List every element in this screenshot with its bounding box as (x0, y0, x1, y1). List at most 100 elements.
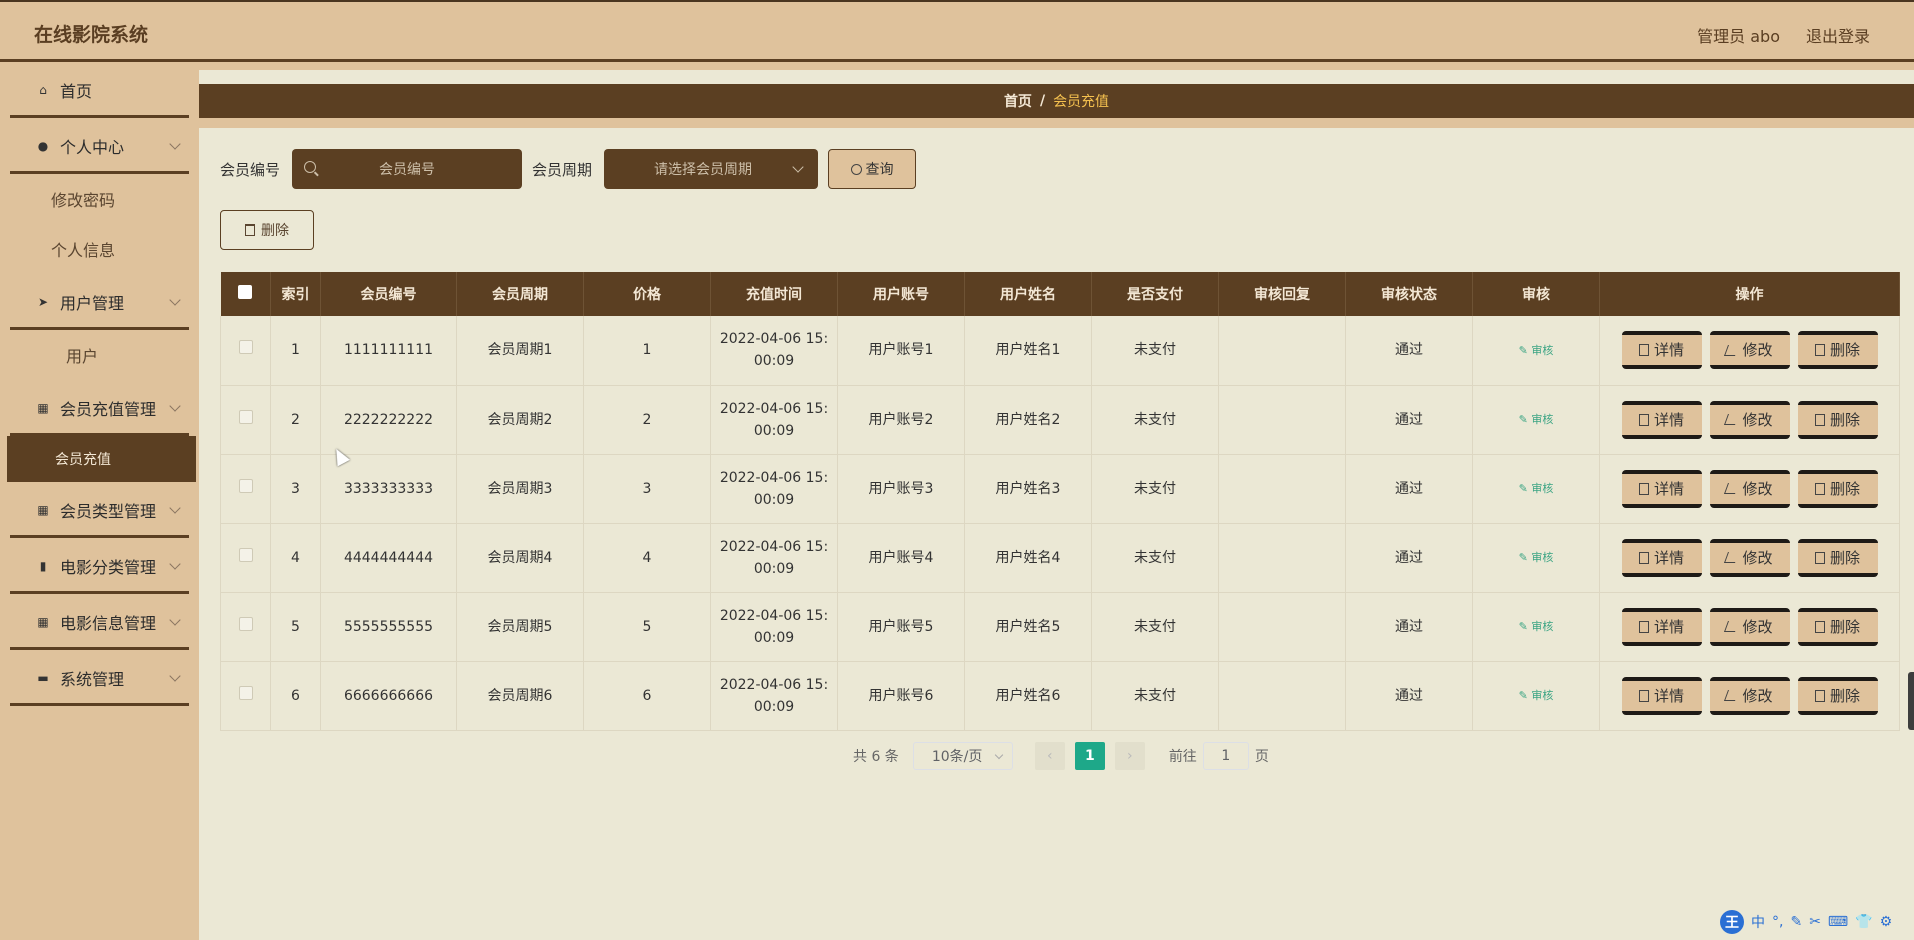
table-row: 5 5555555555 会员周期5 5 2022-04-06 15: 00:09 用户账号… (220, 592, 1900, 662)
cell-period-text: 会员周期4 (487, 549, 553, 566)
ime-punct[interactable]: °, (1772, 914, 1783, 930)
scrollbar-handle[interactable] (1908, 672, 1914, 730)
detail-button[interactable]: 详情 (1621, 400, 1702, 439)
chevron-down-icon (169, 558, 181, 570)
top-strip (199, 62, 1914, 70)
breadcrumb-home[interactable]: 首页 (1004, 91, 1032, 111)
cell-audit: ✎ 审核 (1472, 454, 1600, 524)
cell-recharge-time: 2022-04-06 15: 00:09 (710, 454, 838, 524)
row-select-cell[interactable] (220, 385, 271, 455)
page-size-select[interactable]: 10条/页 (912, 742, 1013, 770)
page-number-button[interactable]: 1 (1074, 742, 1105, 770)
goto-page-input[interactable]: 1 (1202, 742, 1249, 770)
sidebar-item-movie-category-mgmt[interactable]: ▮ 电影分类管理 (0, 538, 199, 594)
select-all-checkbox[interactable] (238, 285, 253, 299)
cell-price-text: 4 (642, 549, 652, 566)
row-checkbox[interactable] (238, 616, 253, 631)
next-page-button[interactable]: › (1114, 742, 1145, 770)
row-checkbox[interactable] (238, 478, 253, 493)
cell-paid: 未支付 (1091, 454, 1219, 524)
row-select-cell[interactable] (220, 316, 271, 386)
pen-icon[interactable]: ✎ (1790, 914, 1802, 930)
sidebar-item-user-mgmt[interactable]: ➤ 用户管理 (0, 274, 199, 330)
gear-icon[interactable]: ⚙ (1880, 914, 1893, 930)
cell-paid: 未支付 (1091, 385, 1219, 455)
cell-account: 用户账号2 (837, 385, 965, 455)
detail-button[interactable]: 详情 (1621, 538, 1702, 577)
sidebar-item-member-recharge-mgmt[interactable]: ▦ 会员充值管理 (0, 380, 199, 436)
cell-period-text: 会员周期2 (487, 411, 553, 428)
cell-actions: 详情 修改 删除 (1599, 592, 1900, 662)
cell-period: 会员周期5 (456, 592, 584, 662)
admin-user-label[interactable]: 管理员 abo (1697, 23, 1780, 47)
audit-link[interactable]: ✎ 审核 (1519, 413, 1554, 426)
cell-period: 会员周期2 (456, 385, 584, 455)
logout-link[interactable]: 退出登录 (1806, 23, 1870, 47)
cell-period-text: 会员周期5 (487, 618, 553, 635)
cell-audit: ✎ 审核 (1472, 592, 1600, 662)
member-no-input[interactable]: 会员编号 (292, 149, 523, 189)
sidebar-item-change-password[interactable]: 修改密码 (0, 174, 199, 224)
row-checkbox[interactable] (238, 409, 253, 424)
sidebar-item-user[interactable]: 用户 (0, 330, 199, 380)
ime-mode[interactable]: 中 (1751, 912, 1765, 932)
delete-button[interactable]: 删除 (1797, 469, 1878, 508)
cell-name: 用户姓名2 (964, 385, 1092, 455)
row-checkbox[interactable] (238, 685, 253, 700)
delete-button[interactable]: 删除 (1797, 676, 1878, 715)
edit-button[interactable]: 修改 (1709, 676, 1790, 715)
member-period-select[interactable]: 请选择会员周期 (604, 149, 819, 189)
column-header: 审核回复 (1218, 272, 1346, 316)
shirt-icon[interactable]: 👕 (1855, 914, 1872, 930)
sidebar-item-member-type-mgmt[interactable]: ▦ 会员类型管理 (0, 482, 199, 538)
detail-button[interactable]: 详情 (1621, 331, 1702, 370)
cell-period-text: 会员周期1 (487, 342, 553, 359)
keyboard-icon[interactable]: ⌨ (1828, 914, 1848, 930)
edit-button[interactable]: 修改 (1709, 607, 1790, 646)
cell-account: 用户账号5 (837, 592, 965, 662)
scissors-icon[interactable]: ✂ (1809, 914, 1821, 930)
prev-page-button[interactable]: ‹ (1034, 742, 1065, 770)
delete-button[interactable]: 删除 (1797, 538, 1878, 577)
sidebar-item-home[interactable]: ⌂ 首页 (0, 62, 199, 118)
audit-link[interactable]: ✎ 审核 (1519, 689, 1554, 702)
cell-reply (1218, 523, 1346, 593)
batch-delete-button[interactable]: 删除 (220, 210, 314, 250)
delete-button[interactable]: 删除 (1797, 331, 1878, 370)
query-button[interactable]: 查询 (828, 149, 917, 189)
audit-link[interactable]: ✎ 审核 (1519, 551, 1554, 564)
sidebar-item-system-mgmt[interactable]: ▬ 系统管理 (0, 650, 199, 706)
row-checkbox[interactable] (238, 547, 253, 562)
delete-button[interactable]: 删除 (1797, 607, 1878, 646)
cell-index: 2 (270, 385, 321, 455)
audit-label: 审核 (1531, 551, 1554, 564)
detail-button[interactable]: 详情 (1621, 676, 1702, 715)
delete-button[interactable]: 删除 (1797, 400, 1878, 439)
audit-link[interactable]: ✎ 审核 (1519, 482, 1554, 495)
edit-button[interactable]: 修改 (1709, 538, 1790, 577)
audit-link[interactable]: ✎ 审核 (1519, 344, 1554, 357)
cell-reply (1218, 454, 1346, 524)
sidebar-item-personal-info[interactable]: 个人信息 (0, 224, 199, 274)
table-row: 1 1111111111 会员周期1 1 2022-04-06 15: 00:09 用户账号… (220, 316, 1900, 386)
cell-price: 1 (583, 316, 711, 386)
edit-button[interactable]: 修改 (1709, 331, 1790, 370)
sidebar-item-personal-center[interactable]: ● 个人中心 (0, 118, 199, 174)
ime-logo[interactable]: 王 (1720, 910, 1744, 934)
row-select-cell[interactable] (220, 454, 271, 524)
column-header: 充值时间 (710, 272, 838, 316)
search-icon (304, 161, 317, 173)
column-header: 用户账号 (837, 272, 965, 316)
edit-button[interactable]: 修改 (1709, 400, 1790, 439)
detail-button[interactable]: 详情 (1621, 469, 1702, 508)
row-checkbox[interactable] (238, 340, 253, 355)
row-select-cell[interactable] (220, 523, 271, 593)
row-select-cell[interactable] (220, 592, 271, 662)
select-all-header[interactable] (220, 272, 271, 316)
edit-button[interactable]: 修改 (1709, 469, 1790, 508)
sidebar-item-member-recharge[interactable]: 会员充值 (7, 436, 196, 482)
audit-link[interactable]: ✎ 审核 (1519, 620, 1554, 633)
sidebar-item-movie-info-mgmt[interactable]: ▦ 电影信息管理 (0, 594, 199, 650)
detail-button[interactable]: 详情 (1621, 607, 1702, 646)
row-select-cell[interactable] (220, 661, 271, 731)
